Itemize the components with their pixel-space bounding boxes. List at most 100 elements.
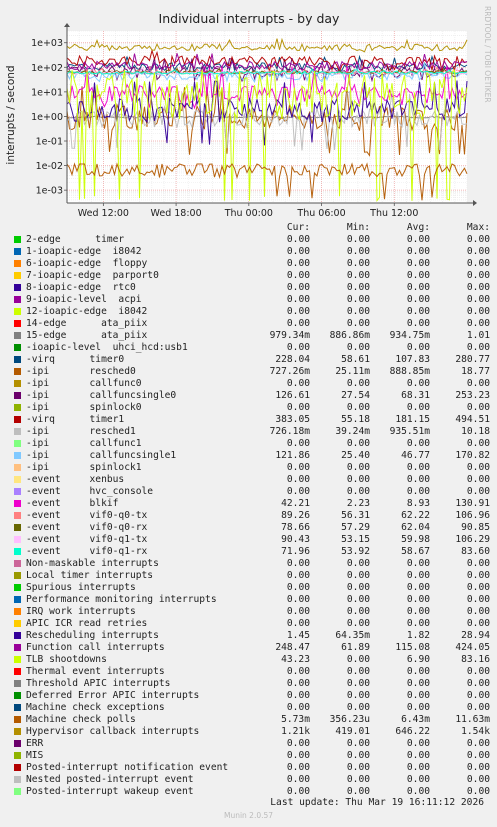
legend-swatch <box>14 284 21 291</box>
legend-swatch <box>14 380 21 387</box>
legend-row: 8-ioapic-edge rtc0 0.00 0.00 0.00 0.00 <box>14 282 490 294</box>
legend-row: Performance monitoring interrupts 0.00 0.0… <box>14 594 490 606</box>
legend-max-value: 0.00 <box>466 594 490 605</box>
legend-swatch <box>14 344 21 351</box>
legend-max-value: 0.00 <box>466 690 490 701</box>
legend-row: Posted-interrupt notification event 0.00 0… <box>14 762 490 774</box>
legend-series-name: MIS <box>26 750 44 761</box>
legend-row: -ipi spinlock0 0.00 0.00 0.00 0.00 <box>14 402 490 414</box>
legend-swatch <box>14 452 21 459</box>
legend-row: -event blkif 42.21 2.23 8.93 130.91 <box>14 498 490 510</box>
legend-swatch <box>14 656 21 663</box>
legend-max-value: 0.00 <box>466 282 490 293</box>
legend-max-value: 0.00 <box>466 294 490 305</box>
legend-row: Deferred Error APIC interrupts 0.00 0.00 0.… <box>14 690 490 702</box>
legend-series-name: -ipi resched1 <box>26 426 136 437</box>
legend-series-name: Threshold APIC interrupts <box>26 678 171 689</box>
legend-max-value: 83.16 <box>461 654 490 665</box>
legend-series-name: -event vif0-q0-rx <box>26 522 148 533</box>
legend-series-name: -ipi callfuncsingle0 <box>26 390 177 401</box>
legend-series-name: Performance monitoring interrupts <box>26 594 217 605</box>
legend-swatch <box>14 608 21 615</box>
legend-table: Cur: Min: Avg: Max: 2-edge timer 0.00 0.00… <box>14 222 490 798</box>
legend-row: -event vif0-q1-tx 90.43 53.15 59.98 106.29 <box>14 534 490 546</box>
chart-title: Individual interrupts - by day <box>159 11 341 26</box>
legend-row: -event vif0-q0-rx 78.66 57.29 62.04 90.85 <box>14 522 490 534</box>
legend-max-value: 0.00 <box>466 762 490 773</box>
chart: Individual interrupts - by day interrupt… <box>0 0 497 220</box>
legend-series-name: -event vif0-q1-tx <box>26 534 148 545</box>
legend-max-value: 0.00 <box>466 582 490 593</box>
y-tick-label: 1e+00 <box>31 112 63 123</box>
legend-max-value: 0.00 <box>466 402 490 413</box>
legend-max-value: 0.00 <box>466 774 490 785</box>
legend-series-name: -event blkif <box>26 498 119 509</box>
legend-max-value: 10.18 <box>461 426 490 437</box>
legend-swatch <box>14 464 21 471</box>
legend-series-name: IRQ work interrupts <box>26 606 136 617</box>
legend-swatch <box>14 632 21 639</box>
legend-row: MIS 0.00 0.00 0.00 0.00 <box>14 750 490 762</box>
legend-max-value: 0.00 <box>466 462 490 473</box>
y-tick-label: 1e-02 <box>36 161 63 172</box>
legend-series-name: -event hvc_console <box>26 486 154 497</box>
legend-series-name: -ipi callfunc1 <box>26 438 142 449</box>
legend-row: Thermal event interrupts 0.00 0.00 0.00 0.00 <box>14 666 490 678</box>
legend-max-value: 0.00 <box>466 246 490 257</box>
legend-swatch <box>14 584 21 591</box>
legend-swatch <box>14 740 21 747</box>
legend-row: Rescheduling interrupts 1.45 64.35m 1.82 28.… <box>14 630 490 642</box>
legend-swatch <box>14 524 21 531</box>
legend-max-value: 0.00 <box>466 258 490 269</box>
legend-swatch <box>14 668 21 675</box>
x-tick-label: Thu 00:00 <box>224 208 273 219</box>
legend-max-value: 0.00 <box>466 234 490 245</box>
legend-row: Function call interrupts 248.47 61.89 115.0… <box>14 642 490 654</box>
legend-row: -ioapic-level uhci_hcd:usb1 0.00 0.00 0.00 0… <box>14 342 490 354</box>
legend-row: -event hvc_console 0.00 0.00 0.00 0.00 <box>14 486 490 498</box>
legend-series-name: Machine check polls <box>26 714 136 725</box>
legend-series-name: 8-ioapic-edge rtc0 <box>26 282 136 293</box>
legend-series-name: -ipi spinlock0 <box>26 402 142 413</box>
legend-series-name: -ipi callfunc0 <box>26 378 142 389</box>
legend-max-value: 0.00 <box>466 750 490 761</box>
legend-row: Hypervisor callback interrupts 1.21k 419.0… <box>14 726 490 738</box>
legend-row: -ipi spinlock1 0.00 0.00 0.00 0.00 <box>14 462 490 474</box>
legend-max-value: 130.91 <box>455 498 490 509</box>
legend-row: Nested posted-interrupt event 0.00 0.00 0.0… <box>14 774 490 786</box>
legend-max-value: 0.00 <box>466 666 490 677</box>
legend-max-value: 170.82 <box>455 450 490 461</box>
legend-swatch <box>14 236 21 243</box>
legend-series-name: 14-edge ata_piix <box>26 318 148 329</box>
legend-series-name: Rescheduling interrupts <box>26 630 159 641</box>
legend-swatch <box>14 500 21 507</box>
legend-swatch <box>14 296 21 303</box>
legend-series-name: -ipi spinlock1 <box>26 462 142 473</box>
legend-series-name: -ipi resched0 <box>26 366 136 377</box>
legend-max-value: 0.00 <box>466 618 490 629</box>
legend-series-name: -virq timer0 <box>26 354 125 365</box>
legend-series-name: Deferred Error APIC interrupts <box>26 690 200 701</box>
legend-max-value: 90.85 <box>461 522 490 533</box>
legend-swatch <box>14 728 21 735</box>
legend-max-value: 0.00 <box>466 558 490 569</box>
legend-swatch <box>14 476 21 483</box>
legend-row: Machine check polls 5.73m 356.23u 6.43m 11.6… <box>14 714 490 726</box>
legend-swatch <box>14 248 21 255</box>
legend-swatch <box>14 536 21 543</box>
x-tick-label: Wed 18:00 <box>151 208 202 219</box>
legend-swatch <box>14 548 21 555</box>
legend-row: ERR 0.00 0.00 0.00 0.00 <box>14 738 490 750</box>
legend-series-name: Posted-interrupt notification event <box>26 762 229 773</box>
legend-series-name: 7-ioapic-edge parport0 <box>26 270 159 281</box>
legend-series-name: Machine check exceptions <box>26 702 165 713</box>
legend-row: -event vif0-q1-rx 71.96 53.92 58.67 83.60 <box>14 546 490 558</box>
legend-row: TLB shootdowns 43.23 0.00 6.90 83.16 <box>14 654 490 666</box>
legend-series-name: -virq timer1 <box>26 414 125 425</box>
legend-row: -ipi resched1 726.18m 39.24m 935.51m 10.18 <box>14 426 490 438</box>
legend-row: 12-ioapic-edge i8042 0.00 0.00 0.00 0.00 <box>14 306 490 318</box>
legend-max-value: 253.23 <box>455 390 490 401</box>
legend-row: 1-ioapic-edge i8042 0.00 0.00 0.00 0.00 <box>14 246 490 258</box>
legend-series-name: APIC ICR read retries <box>26 618 148 629</box>
legend-max-value: 0.00 <box>466 474 490 485</box>
